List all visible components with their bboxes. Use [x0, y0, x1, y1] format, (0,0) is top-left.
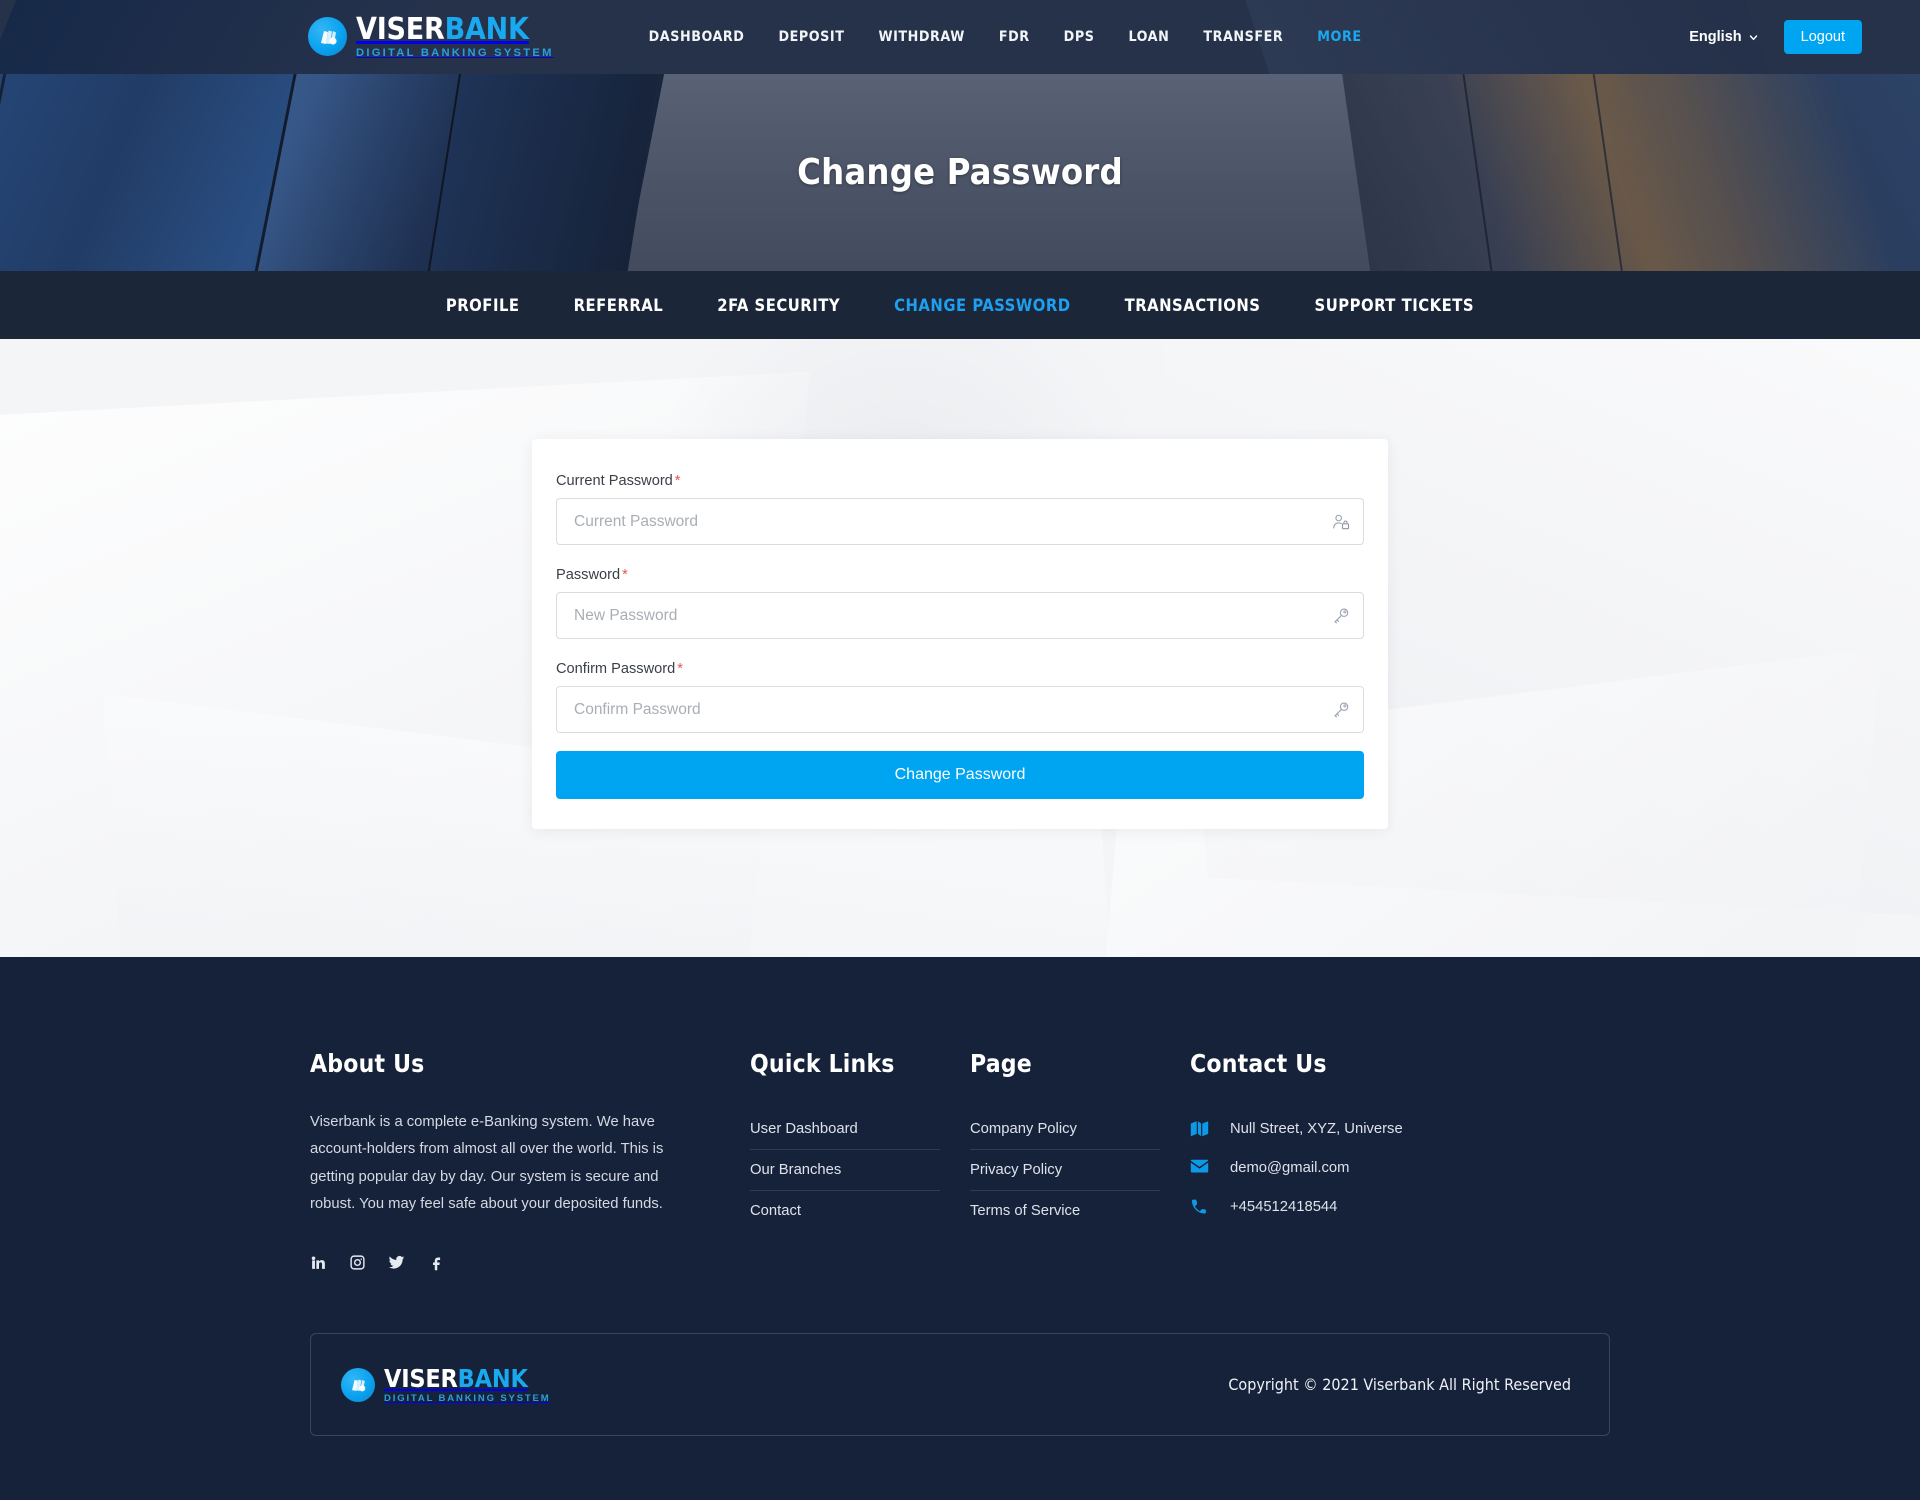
- language-selector[interactable]: English: [1689, 29, 1757, 45]
- tab-referral[interactable]: REFERRAL: [547, 296, 691, 315]
- logo-mark-icon: [308, 17, 347, 57]
- tab-2fa-security[interactable]: 2FA SECURITY: [690, 296, 867, 315]
- chevron-down-icon: [1749, 34, 1757, 40]
- nav-item-dashboard[interactable]: DASHBOARD: [632, 19, 762, 55]
- nav-item-transfer[interactable]: TRANSFER: [1186, 19, 1300, 55]
- tab-support-tickets[interactable]: SUPPORT TICKETS: [1288, 296, 1502, 315]
- page-links-heading: Page: [970, 1049, 1032, 1078]
- page-link-privacy-policy[interactable]: Privacy Policy: [970, 1150, 1160, 1191]
- new-password-field-group: Password *: [556, 567, 1364, 639]
- contact-phone-text: +454512418544: [1230, 1198, 1338, 1215]
- tab-change-password[interactable]: CHANGE PASSWORD: [867, 296, 1097, 315]
- site-footer: About Us Viserbank is a complete e-Banki…: [0, 957, 1920, 1500]
- page-hero-banner: Change Password: [0, 74, 1920, 271]
- site-header: VISERBANK DIGITAL BANKING SYSTEM DASHBOA…: [0, 0, 1920, 74]
- footer-about-column: About Us Viserbank is a complete e-Banki…: [310, 1049, 750, 1271]
- list-item: Privacy Policy: [970, 1150, 1160, 1191]
- copyright-text: Copyright © 2021 Viserbank All Right Res…: [1228, 1375, 1571, 1395]
- current-password-field-group: Current Password *: [556, 473, 1364, 545]
- current-password-label-text: Current Password: [556, 473, 673, 489]
- map-icon: [1190, 1120, 1209, 1137]
- footer-page-links-column: Page Company Policy Privacy Policy Terms…: [970, 1049, 1190, 1271]
- confirm-password-label-text: Confirm Password: [556, 661, 676, 677]
- brand-name-secondary: BANK: [444, 11, 529, 47]
- logo-mark-icon: [341, 1367, 375, 1402]
- copyright-bar: VISERBANK DIGITAL BANKING SYSTEM Copyrig…: [310, 1333, 1610, 1437]
- page-link-terms-of-service[interactable]: Terms of Service: [970, 1191, 1160, 1231]
- contact-phone-item: +454512418544: [1190, 1187, 1560, 1226]
- contact-email-text: demo@gmail.com: [1230, 1159, 1350, 1176]
- footer-brand-tagline: DIGITAL BANKING SYSTEM: [384, 1393, 551, 1405]
- nav-item-withdraw[interactable]: WITHDRAW: [861, 19, 981, 55]
- linkedin-icon[interactable]: [310, 1254, 327, 1271]
- brand-name-primary: VISER: [356, 11, 445, 47]
- required-asterisk: *: [674, 473, 681, 489]
- logout-button[interactable]: Logout: [1783, 20, 1862, 54]
- instagram-icon[interactable]: [349, 1254, 366, 1271]
- nav-item-more[interactable]: MORE: [1300, 19, 1378, 55]
- contact-address-text: Null Street, XYZ, Universe: [1230, 1120, 1403, 1137]
- tab-profile[interactable]: PROFILE: [419, 296, 547, 315]
- list-item: Our Branches: [750, 1150, 940, 1191]
- required-asterisk: *: [677, 661, 683, 677]
- current-password-input[interactable]: [556, 498, 1364, 545]
- main-navigation: DASHBOARD DEPOSIT WITHDRAW FDR DPS LOAN …: [632, 19, 1379, 55]
- brand-tagline: DIGITAL BANKING SYSTEM: [356, 46, 554, 59]
- footer-brand-name-secondary: BANK: [457, 1364, 528, 1394]
- profile-tab-navigation: PROFILE REFERRAL 2FA SECURITY CHANGE PAS…: [0, 271, 1920, 339]
- change-password-form: Current Password * Password * Confirm Pa…: [532, 439, 1388, 829]
- new-password-label-text: Password: [556, 567, 621, 583]
- list-item: Terms of Service: [970, 1191, 1160, 1231]
- twitter-icon[interactable]: [388, 1254, 405, 1271]
- current-password-label: Current Password *: [556, 473, 1364, 489]
- tab-transactions[interactable]: TRANSACTIONS: [1098, 296, 1288, 315]
- quick-links-heading: Quick Links: [750, 1049, 895, 1078]
- confirm-password-field-group: Confirm Password *: [556, 661, 1364, 733]
- nav-item-dps[interactable]: DPS: [1047, 19, 1112, 55]
- list-item: Company Policy: [970, 1109, 1160, 1150]
- change-password-submit-button[interactable]: Change Password: [556, 751, 1364, 799]
- contact-address-item: Null Street, XYZ, Universe: [1190, 1109, 1560, 1148]
- about-us-text: Viserbank is a complete e-Banking system…: [310, 1114, 664, 1213]
- quick-link-our-branches[interactable]: Our Branches: [750, 1150, 940, 1191]
- envelope-icon: [1190, 1159, 1209, 1176]
- footer-contact-column: Contact Us Null Street, XYZ, Universe de…: [1190, 1049, 1590, 1271]
- footer-brand-logo[interactable]: VISERBANK DIGITAL BANKING SYSTEM: [341, 1366, 551, 1404]
- confirm-password-label: Confirm Password *: [556, 661, 1364, 677]
- confirm-password-input[interactable]: [556, 686, 1364, 733]
- social-links: [310, 1254, 720, 1271]
- contact-us-heading: Contact Us: [1190, 1049, 1327, 1078]
- nav-item-loan[interactable]: LOAN: [1111, 19, 1186, 55]
- about-us-heading: About Us: [310, 1049, 425, 1078]
- facebook-icon[interactable]: [427, 1254, 444, 1271]
- new-password-label: Password *: [556, 567, 1364, 583]
- footer-quick-links-column: Quick Links User Dashboard Our Branches …: [750, 1049, 970, 1271]
- contact-email-item: demo@gmail.com: [1190, 1148, 1560, 1187]
- required-asterisk: *: [622, 567, 628, 583]
- language-label: English: [1689, 29, 1742, 45]
- footer-brand-name-primary: VISER: [384, 1364, 458, 1394]
- nav-item-deposit[interactable]: DEPOSIT: [761, 19, 861, 55]
- nav-item-fdr[interactable]: FDR: [982, 19, 1047, 55]
- list-item: User Dashboard: [750, 1109, 940, 1150]
- phone-icon: [1190, 1198, 1209, 1215]
- page-link-company-policy[interactable]: Company Policy: [970, 1109, 1160, 1150]
- page-title: Change Password: [797, 152, 1123, 193]
- list-item: Contact: [750, 1191, 940, 1231]
- brand-logo[interactable]: VISERBANK DIGITAL BANKING SYSTEM: [308, 11, 554, 59]
- new-password-input[interactable]: [556, 592, 1364, 639]
- quick-link-user-dashboard[interactable]: User Dashboard: [750, 1109, 940, 1150]
- quick-link-contact[interactable]: Contact: [750, 1191, 940, 1231]
- main-content: Current Password * Password * Confirm Pa…: [0, 339, 1920, 957]
